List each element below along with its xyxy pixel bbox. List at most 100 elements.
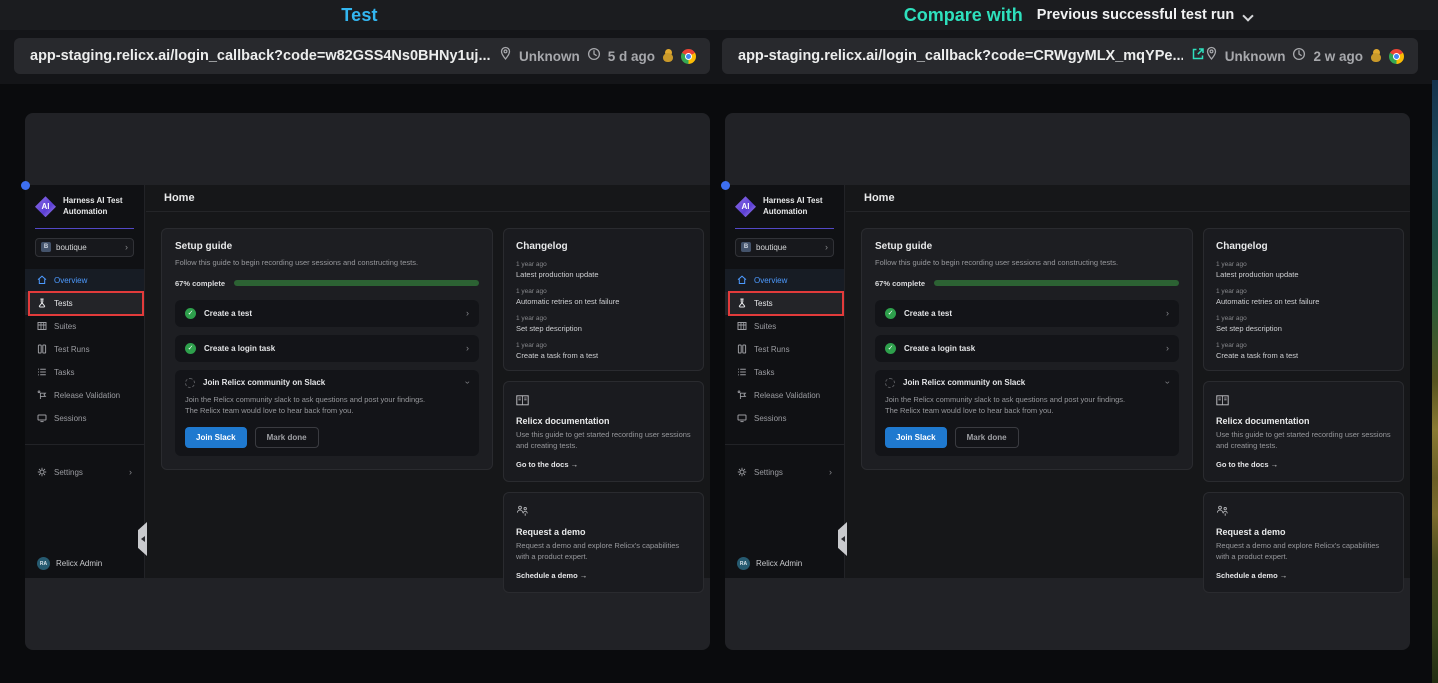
sidebar-item-sessions[interactable]: Sessions — [725, 407, 844, 430]
sidebar-item-sessions[interactable]: Sessions — [25, 407, 144, 430]
user-row[interactable]: RA Relicx Admin — [737, 557, 802, 570]
setup-guide-card: Setup guide Follow this guide to begin r… — [161, 228, 493, 470]
desktop-wallpaper-edge — [1432, 80, 1438, 683]
setup-step-create-test[interactable]: ✓ Create a test › — [875, 300, 1179, 327]
brand-title-line1: Harness AI Test — [763, 196, 823, 205]
progress-label: 67% complete — [875, 279, 925, 288]
gear-icon — [737, 467, 747, 477]
join-slack-button[interactable]: Join Slack — [185, 427, 247, 448]
compare-run-selector[interactable]: Previous successful test run — [1037, 7, 1253, 23]
progress-bar — [934, 280, 1179, 286]
setup-step-join-slack[interactable]: Join Relicx community on Slack › Join th… — [875, 370, 1179, 456]
go-to-docs-link[interactable]: Go to the docs → — [1216, 460, 1391, 469]
check-icon: ✓ — [885, 308, 896, 319]
setup-step-join-slack[interactable]: Join Relicx community on Slack › Join th… — [175, 370, 479, 456]
sidebar-item-test-runs[interactable]: Test Runs — [725, 338, 844, 361]
setup-step-create-login-task[interactable]: ✓ Create a login task › — [875, 335, 1179, 362]
sidebar-item-overview[interactable]: Overview — [25, 269, 144, 292]
chevron-right-icon: › — [466, 344, 469, 353]
schedule-demo-link[interactable]: Schedule a demo → — [1216, 571, 1391, 580]
changelog-entry: 1 year ago Automatic retries on test fai… — [516, 288, 691, 306]
todo-circle-icon — [885, 378, 895, 388]
chevron-right-icon: › — [466, 309, 469, 318]
chevron-right-icon: › — [829, 468, 832, 477]
setup-step-create-test[interactable]: ✓ Create a test › — [175, 300, 479, 327]
docs-description: Use this guide to get started recording … — [1216, 430, 1391, 452]
sidebar-item-release-validation[interactable]: Release Validation — [725, 384, 844, 407]
age-label: 5 d ago — [608, 49, 655, 64]
sidebar-item-settings[interactable]: Settings › — [25, 461, 144, 484]
project-name: boutique — [756, 243, 787, 252]
grid-icon — [737, 321, 747, 331]
sidebar-item-suites[interactable]: Suites — [725, 315, 844, 338]
chevron-down-icon — [1243, 10, 1253, 20]
columns-icon — [37, 344, 47, 354]
changelog-entry: 1 year ago Set step description — [516, 315, 691, 333]
changelog-entry: 1 year ago Latest production update — [516, 261, 691, 279]
clock-icon — [1292, 47, 1306, 66]
changelog-entry: 1 year ago Latest production update — [1216, 261, 1391, 279]
chrome-browser-icon — [681, 49, 696, 64]
app-screenshot: AI Harness AI Test Automation B boutique… — [725, 185, 1410, 578]
home-icon — [37, 275, 47, 285]
docs-title: Relicx documentation — [1216, 416, 1391, 426]
chrome-browser-icon — [1389, 49, 1404, 64]
columns-icon — [737, 344, 747, 354]
project-selector[interactable]: B boutique › — [735, 238, 834, 257]
project-selector[interactable]: B boutique › — [35, 238, 134, 257]
user-name: Relicx Admin — [756, 559, 802, 568]
demo-title: Request a demo — [516, 527, 691, 537]
sidebar-item-settings[interactable]: Settings › — [725, 461, 844, 484]
url-bar-left: app-staging.relicx.ai/login_callback?cod… — [14, 38, 710, 74]
left-header: Test — [0, 0, 719, 30]
app-sidebar: AI Harness AI Test Automation B boutique… — [725, 185, 845, 578]
project-badge: B — [741, 242, 751, 252]
app-screenshot: AI Harness AI Test Automation B boutique… — [25, 185, 710, 578]
sidebar-item-release-validation[interactable]: Release Validation — [25, 384, 144, 407]
request-demo-card: Request a demo Request a demo and explor… — [503, 492, 704, 593]
user-row[interactable]: RA Relicx Admin — [37, 557, 102, 570]
external-link-icon[interactable] — [1191, 47, 1205, 66]
request-demo-card: Request a demo Request a demo and explor… — [1203, 492, 1404, 593]
changelog-entry: 1 year ago Automatic retries on test fai… — [1216, 288, 1391, 306]
age-label: 2 w ago — [1313, 49, 1363, 64]
clock-icon — [587, 47, 601, 66]
flask-icon — [37, 298, 47, 308]
demo-description: Request a demo and explore Relicx's capa… — [516, 541, 691, 563]
sidebar-item-test-runs[interactable]: Test Runs — [25, 338, 144, 361]
sidebar-item-overview[interactable]: Overview — [725, 269, 844, 292]
changelog-entry: 1 year ago Create a task from a test — [516, 342, 691, 360]
location-label: Unknown — [1225, 49, 1286, 64]
url-band: app-staging.relicx.ai/login_callback?cod… — [0, 30, 1438, 84]
chevron-right-icon: › — [1166, 309, 1169, 318]
sidebar-item-tasks[interactable]: Tasks — [725, 361, 844, 384]
changelog-card: Changelog 1 year ago Latest production u… — [503, 228, 704, 371]
sidebar-item-suites[interactable]: Suites — [25, 315, 144, 338]
sidebar-nav: Overview Tests Suites Test Runs Tasks — [725, 269, 844, 430]
sidebar-item-tests[interactable]: Tests — [25, 292, 144, 315]
compare-screenshot-panel: AI Harness AI Test Automation B boutique… — [725, 113, 1410, 650]
sidebar-item-tests[interactable]: Tests — [725, 292, 844, 315]
app-topbar: Home — [146, 185, 710, 212]
mark-done-button[interactable]: Mark done — [955, 427, 1019, 448]
go-to-docs-link[interactable]: Go to the docs → — [516, 460, 691, 469]
setup-guide-title: Setup guide — [875, 241, 1179, 252]
comparison-header: Test Compare with Previous successful te… — [0, 0, 1438, 30]
join-slack-button[interactable]: Join Slack — [885, 427, 947, 448]
url-text: app-staging.relicx.ai/login_callback?cod… — [738, 48, 1183, 64]
project-name: boutique — [56, 243, 87, 252]
todo-circle-icon — [185, 378, 195, 388]
chevron-right-icon: › — [1166, 344, 1169, 353]
chevron-right-icon: › — [825, 243, 828, 252]
setup-guide-title: Setup guide — [175, 241, 479, 252]
mark-done-button[interactable]: Mark done — [255, 427, 319, 448]
progress-bar — [234, 280, 479, 286]
chevron-down-icon: › — [463, 381, 472, 384]
setup-step-create-login-task[interactable]: ✓ Create a login task › — [175, 335, 479, 362]
changelog-card: Changelog 1 year ago Latest production u… — [1203, 228, 1404, 371]
divider — [735, 228, 834, 229]
documentation-card: Relicx documentation Use this guide to g… — [1203, 381, 1404, 482]
sidebar-item-tasks[interactable]: Tasks — [25, 361, 144, 384]
linux-os-icon — [662, 49, 674, 63]
schedule-demo-link[interactable]: Schedule a demo → — [516, 571, 691, 580]
